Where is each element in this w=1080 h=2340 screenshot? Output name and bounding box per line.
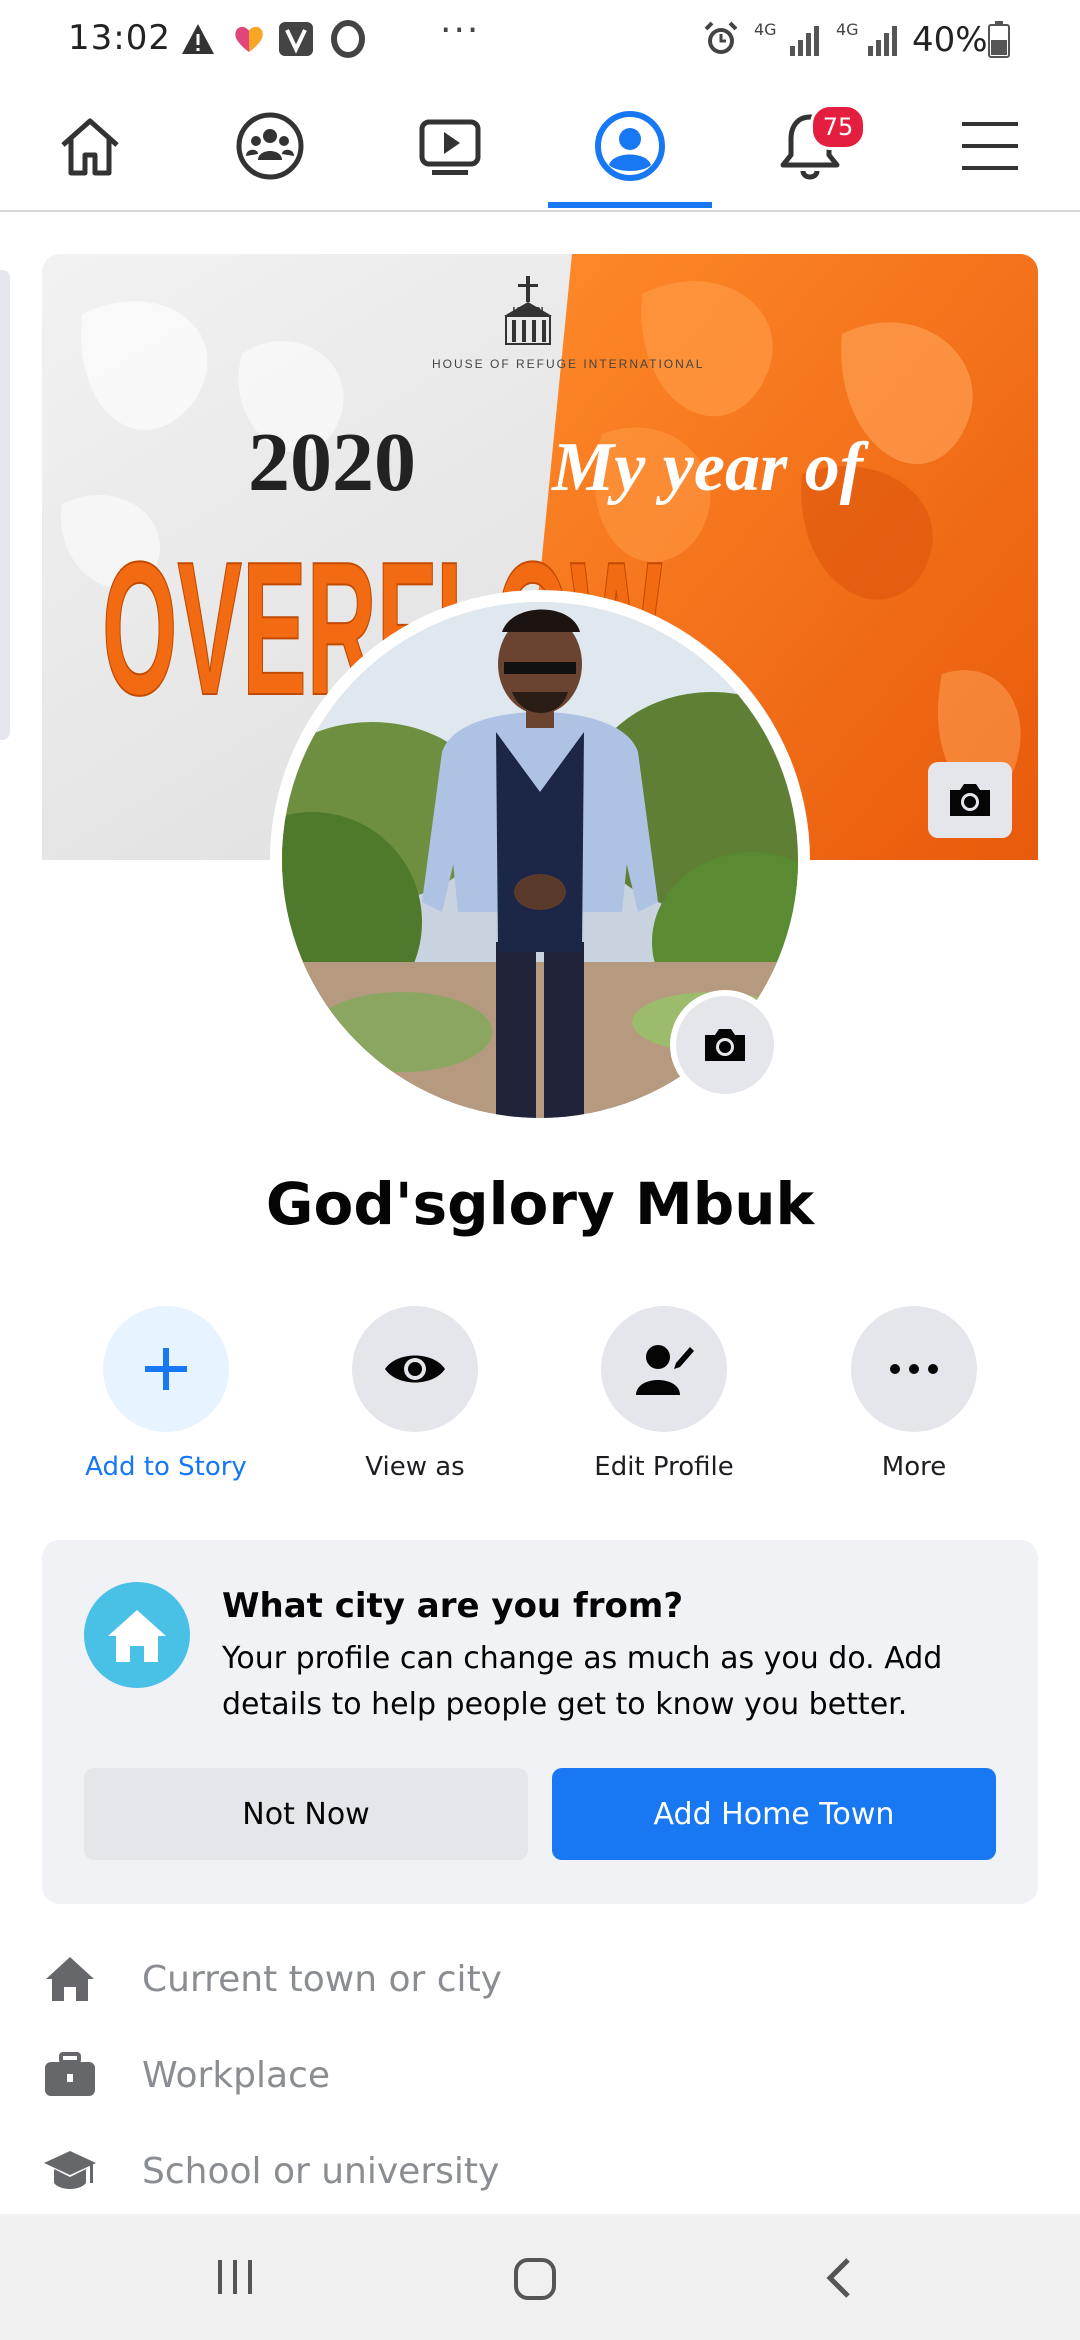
more-notifications-icon: ··· <box>440 10 481 51</box>
not-now-button[interactable]: Not Now <box>84 1768 528 1860</box>
more-dots-icon <box>890 1364 938 1374</box>
profile-icon <box>595 111 665 181</box>
view-as-label: View as <box>365 1452 465 1482</box>
edit-cover-button[interactable] <box>928 762 1012 838</box>
home-button-icon[interactable] <box>512 2256 558 2302</box>
more-label: More <box>881 1452 947 1482</box>
cover-org-name: HOUSE OF REFUGE INTERNATIONAL <box>432 357 704 371</box>
detail-current-city[interactable]: Current town or city <box>42 1944 1038 2014</box>
cover-tagline: My year of <box>551 429 870 506</box>
edit-profile-button[interactable]: Edit Profile <box>554 1306 774 1482</box>
view-as-circle <box>352 1306 478 1432</box>
system-nav-bar <box>0 2214 1080 2340</box>
more-button[interactable]: More <box>804 1306 1024 1482</box>
add-to-story-circle <box>103 1306 229 1432</box>
active-tab-indicator <box>548 202 712 208</box>
edit-person-icon <box>636 1345 694 1395</box>
hometown-suggestion-card: What city are you from? Your profile can… <box>42 1540 1038 1904</box>
card-title: What city are you from? <box>222 1586 684 1626</box>
detail-label: Current town or city <box>142 1958 502 2000</box>
signal-icon <box>790 26 819 56</box>
battery-icon <box>988 21 1010 58</box>
eye-icon <box>385 1355 445 1383</box>
nav-watch[interactable] <box>360 84 540 208</box>
graduation-cap-icon <box>42 2143 98 2199</box>
network-type-1: 4G <box>754 20 777 39</box>
recent-apps-icon[interactable] <box>214 2256 256 2298</box>
nav-profile[interactable] <box>540 84 720 208</box>
nav-home[interactable] <box>0 84 180 208</box>
hamburger-menu-icon <box>962 122 1018 170</box>
briefcase-icon <box>42 2047 98 2103</box>
edit-profile-circle <box>601 1306 727 1432</box>
video-play-icon <box>419 119 481 175</box>
v-app-icon <box>279 22 313 56</box>
status-bar: 13:02 ··· 4G 4G 40% <box>0 0 1080 84</box>
top-nav-bar: 75 <box>0 84 1080 212</box>
detail-label: Workplace <box>142 2054 331 2096</box>
home-icon <box>61 118 119 176</box>
camera-icon <box>705 1029 745 1061</box>
detail-label: School or university <box>142 2150 500 2192</box>
card-body: Your profile can change as much as you d… <box>222 1641 943 1722</box>
edge-panel-handle[interactable] <box>0 270 10 740</box>
edit-profile-label: Edit Profile <box>594 1452 734 1482</box>
status-time: 13:02 <box>68 18 171 58</box>
detail-school[interactable]: School or university <box>42 2136 1038 2206</box>
house-icon <box>108 1610 166 1662</box>
opera-icon <box>331 20 365 58</box>
warning-icon <box>182 24 214 54</box>
nav-groups[interactable] <box>180 84 360 208</box>
edit-profile-picture-button[interactable] <box>670 990 780 1100</box>
nav-notifications[interactable] <box>720 84 900 208</box>
camera-icon <box>950 784 990 816</box>
add-to-story-button[interactable]: Add to Story <box>56 1306 276 1482</box>
profile-name: God'sglory Mbuk <box>265 1170 815 1238</box>
groups-icon <box>236 112 304 180</box>
detail-workplace[interactable]: Workplace <box>42 2040 1038 2110</box>
battery-percent: 40% <box>912 20 988 60</box>
notification-count-badge: 75 <box>810 104 866 150</box>
house-icon <box>42 1951 98 2007</box>
network-type-2: 4G <box>836 20 859 39</box>
nav-menu[interactable] <box>900 84 1080 208</box>
plus-icon <box>145 1348 187 1390</box>
heart-app-icon <box>235 26 263 52</box>
view-as-button[interactable]: View as <box>305 1306 525 1482</box>
back-icon[interactable] <box>822 2256 854 2300</box>
signal-icon-2 <box>868 26 897 56</box>
add-home-town-button[interactable]: Add Home Town <box>552 1768 996 1860</box>
cover-year: 2020 <box>248 416 416 509</box>
logo-text: HOFRI <box>512 306 543 317</box>
hometown-icon-badge <box>84 1582 190 1688</box>
alarm-icon <box>704 21 738 54</box>
add-to-story-label: Add to Story <box>85 1452 247 1482</box>
more-circle <box>851 1306 977 1432</box>
